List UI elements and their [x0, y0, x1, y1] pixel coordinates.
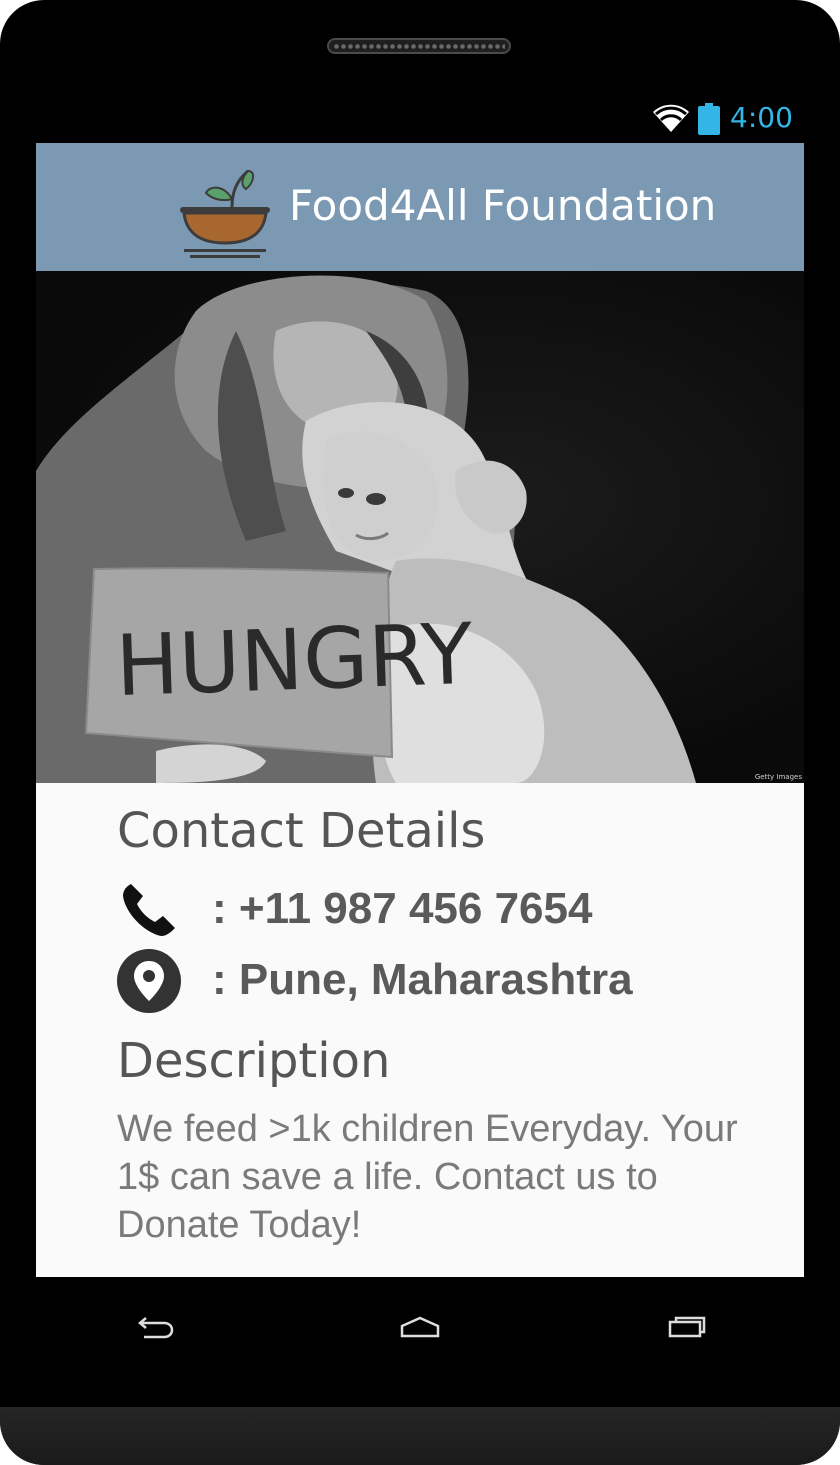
- app-screen: Food4All Foundation HUNGRY Getty Images …: [36, 143, 804, 1277]
- description-text: We feed >1k children Everyday. Your 1$ c…: [117, 1108, 738, 1246]
- sign-text: HUNGRY: [114, 605, 475, 715]
- wifi-icon: [653, 104, 689, 132]
- plant-bowl-logo: [180, 169, 270, 258]
- status-clock: 4:00: [730, 101, 793, 134]
- earpiece-speaker: [327, 38, 511, 54]
- home-icon[interactable]: [398, 1310, 442, 1342]
- recent-apps-icon[interactable]: [664, 1310, 708, 1342]
- phone-frame: 4:00 Food4All Foundation HUNGRY Getty Im…: [0, 0, 840, 1465]
- battery-icon: [698, 103, 720, 135]
- description-heading: Description: [117, 1033, 391, 1089]
- location-pin-icon: [117, 949, 181, 1013]
- watermark: Getty Images: [754, 773, 802, 781]
- phone-number[interactable]: : +11 987 456 7654: [212, 884, 592, 934]
- hero-image: HUNGRY Getty Images: [36, 271, 804, 783]
- hungry-children-photo: HUNGRY: [36, 275, 696, 783]
- contact-heading: Contact Details: [117, 803, 486, 859]
- location-text: : Pune, Maharashtra: [212, 955, 633, 1004]
- back-icon[interactable]: [136, 1310, 180, 1342]
- phone-icon: [123, 884, 175, 936]
- app-bar: Food4All Foundation: [36, 143, 804, 271]
- app-title: Food4All Foundation: [289, 181, 717, 230]
- phone-bottom-bezel: [0, 1407, 840, 1465]
